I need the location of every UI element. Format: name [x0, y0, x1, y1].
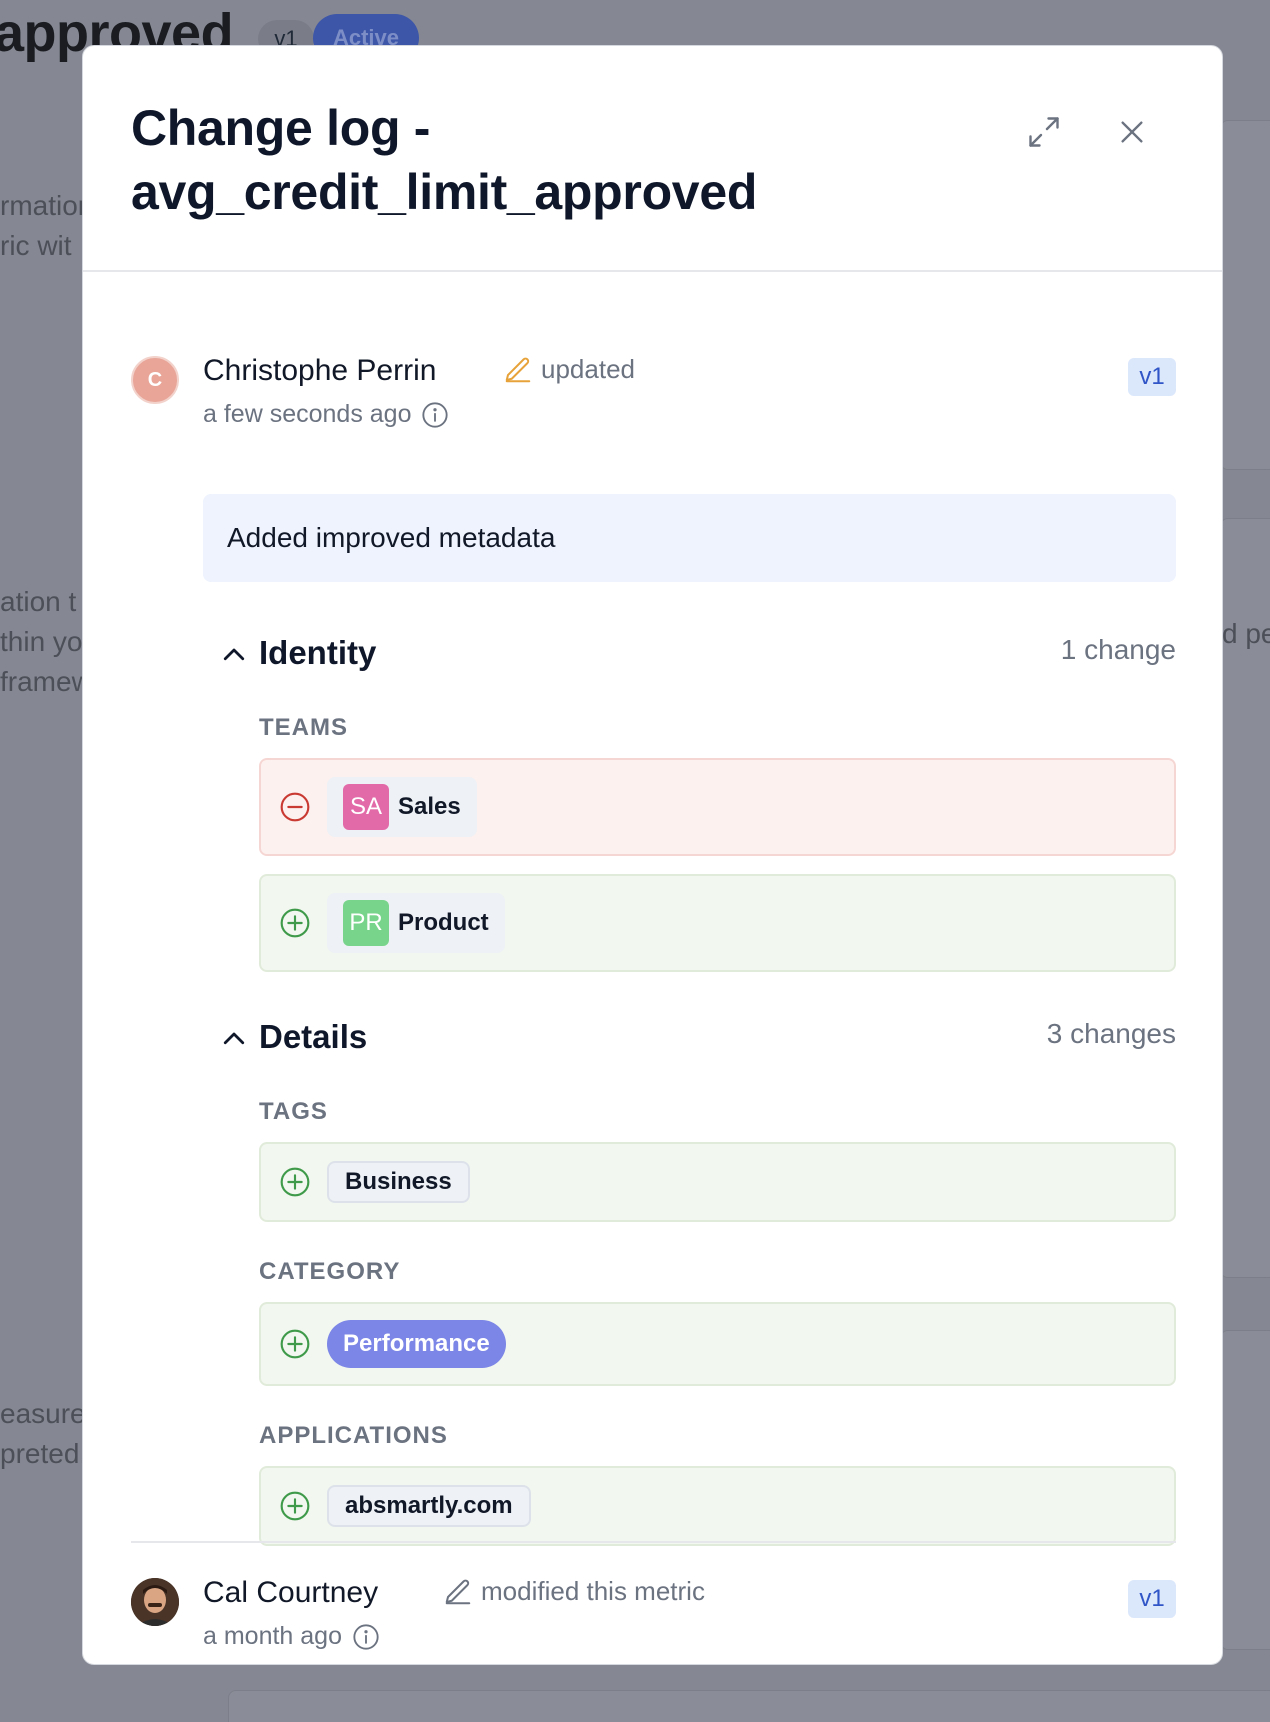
section-title: Identity	[259, 634, 377, 671]
bg-text-line: thin yo	[0, 626, 83, 657]
info-icon[interactable]	[421, 401, 449, 429]
modal-title-line: avg_credit_limit_approved	[131, 164, 758, 220]
bg-card	[1220, 120, 1270, 470]
category-chip[interactable]: Performance	[327, 1320, 506, 1368]
modal-header: Change log - avg_credit_limit_approved	[83, 46, 1222, 272]
avatar	[131, 1578, 179, 1626]
team-name: Sales	[398, 793, 461, 820]
timestamp: a month ago	[203, 1622, 380, 1651]
plus-circle-icon	[280, 1167, 310, 1197]
plus-circle-icon	[280, 1329, 310, 1359]
team-chip[interactable]: PR Product	[327, 893, 505, 953]
chevron-up-icon[interactable]	[219, 1024, 249, 1054]
section-title: Details	[259, 1018, 368, 1055]
bg-text-line: ric wit	[0, 230, 72, 261]
version-badge: v1	[1128, 358, 1176, 396]
tag-chip[interactable]: Business	[327, 1161, 470, 1203]
timestamp: a few seconds ago	[203, 400, 449, 429]
chevron-up-icon[interactable]	[219, 640, 249, 670]
team-avatar: PR	[343, 900, 389, 946]
changelog-entry: Cal Courtney modified this metric a mont…	[131, 1576, 1176, 1664]
avatar: C	[131, 356, 179, 404]
diff-row-added: Business	[259, 1142, 1176, 1222]
pencil-icon	[445, 1579, 471, 1604]
section-change-count: 3 changes	[1046, 1018, 1176, 1049]
field-label-tags: TAGS	[259, 1098, 328, 1125]
bg-card	[228, 1690, 1270, 1722]
team-avatar: SA	[343, 784, 389, 830]
field-label-category: CATEGORY	[259, 1258, 401, 1285]
field-label-applications: APPLICATIONS	[259, 1422, 448, 1449]
version-badge: v1	[1128, 1580, 1176, 1618]
bg-text-line: d pe	[1222, 618, 1270, 649]
change-log-modal: Change log - avg_credit_limit_approved C…	[82, 45, 1223, 1665]
bg-text-line: ation t	[0, 586, 77, 617]
changelog-entry: C Christophe Perrin updated a few second…	[131, 354, 1176, 1556]
application-chip[interactable]: absmartly.com	[327, 1485, 531, 1527]
bg-text-line: easure	[0, 1398, 86, 1429]
diff-row-added: Performance	[259, 1302, 1176, 1386]
action-text: modified this metric	[481, 1576, 705, 1606]
info-icon[interactable]	[352, 1623, 380, 1651]
modal-title: Change log - avg_credit_limit_approved	[131, 96, 951, 224]
expand-icon	[1029, 117, 1059, 147]
action-label: modified this metric	[443, 1576, 705, 1607]
bg-text-line: rmation	[0, 190, 94, 221]
pencil-icon	[505, 357, 531, 382]
modal-title-line: Change log -	[131, 100, 431, 156]
author-name[interactable]: Christophe Perrin	[203, 354, 436, 388]
diff-row-added: PR Product	[259, 874, 1176, 972]
close-icon	[1121, 121, 1143, 143]
timestamp-text: a few seconds ago	[203, 400, 412, 428]
change-comment: Added improved metadata	[203, 494, 1176, 582]
bg-text-line: preted.	[0, 1438, 88, 1469]
field-label-teams: TEAMS	[259, 714, 348, 741]
section-details: Details 3 changes	[219, 1018, 1176, 1066]
section-identity: Identity 1 change	[219, 634, 1176, 682]
close-button[interactable]	[1108, 108, 1156, 156]
section-change-count: 1 change	[1060, 634, 1176, 665]
minus-circle-icon	[280, 792, 310, 822]
diff-row-removed: SA Sales	[259, 758, 1176, 856]
diff-row-added: absmartly.com	[259, 1466, 1176, 1546]
expand-button[interactable]	[1020, 108, 1068, 156]
entry-divider	[131, 1541, 1176, 1543]
bg-card	[1220, 1330, 1270, 1650]
action-text: updated	[541, 354, 635, 384]
bg-text-line: framew	[0, 666, 92, 697]
avatar-photo	[131, 1578, 179, 1626]
action-label: updated	[503, 354, 635, 385]
team-name: Product	[398, 909, 489, 936]
author-name[interactable]: Cal Courtney	[203, 1576, 378, 1610]
timestamp-text: a month ago	[203, 1622, 342, 1650]
plus-circle-icon	[280, 1491, 310, 1521]
team-chip[interactable]: SA Sales	[327, 777, 477, 837]
plus-circle-icon	[280, 908, 310, 938]
